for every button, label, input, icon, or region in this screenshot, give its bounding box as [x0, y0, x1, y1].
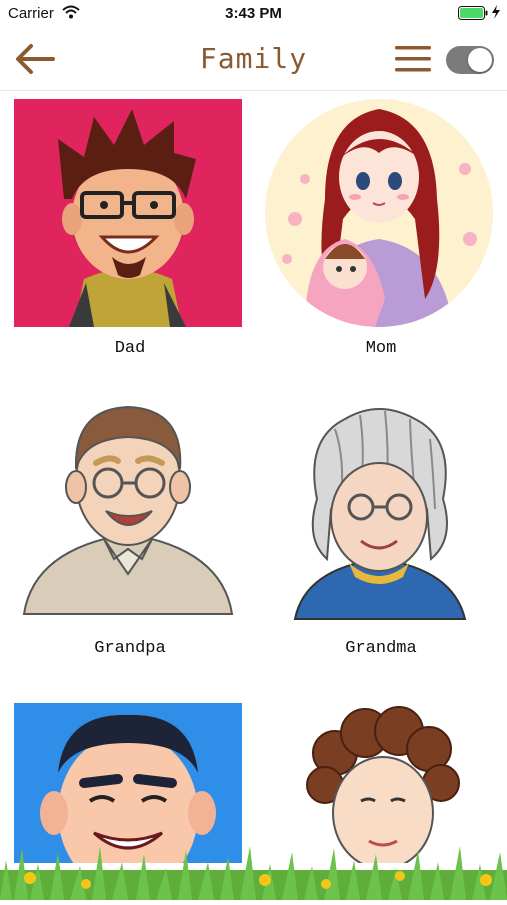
member-6-avatar [265, 703, 493, 863]
member-card-mom[interactable]: Mom [265, 99, 497, 358]
status-bar: Carrier 3:43 PM [0, 0, 507, 28]
mom-avatar [265, 99, 493, 327]
toggle-switch[interactable] [446, 46, 494, 74]
grandma-avatar [265, 399, 493, 627]
member-card-grandma[interactable]: Grandma [265, 399, 497, 658]
status-time: 3:43 PM [225, 5, 282, 22]
member-name: Grandpa [94, 639, 166, 658]
member-name: Mom [365, 339, 397, 358]
battery-icon [458, 6, 488, 25]
member-5-avatar [14, 703, 242, 863]
member-card-dad[interactable]: Dad [14, 99, 246, 358]
dad-avatar [14, 99, 242, 327]
menu-icon[interactable] [393, 43, 433, 75]
member-name: Grandma [345, 639, 417, 658]
member-name: Dad [114, 339, 146, 358]
charging-icon [491, 5, 501, 24]
navigation-bar: Family [0, 28, 507, 91]
grandpa-avatar [14, 399, 242, 627]
member-card-grandpa[interactable]: Grandpa [14, 399, 246, 658]
grass-decoration [0, 840, 507, 900]
toggle-knob [468, 48, 492, 72]
